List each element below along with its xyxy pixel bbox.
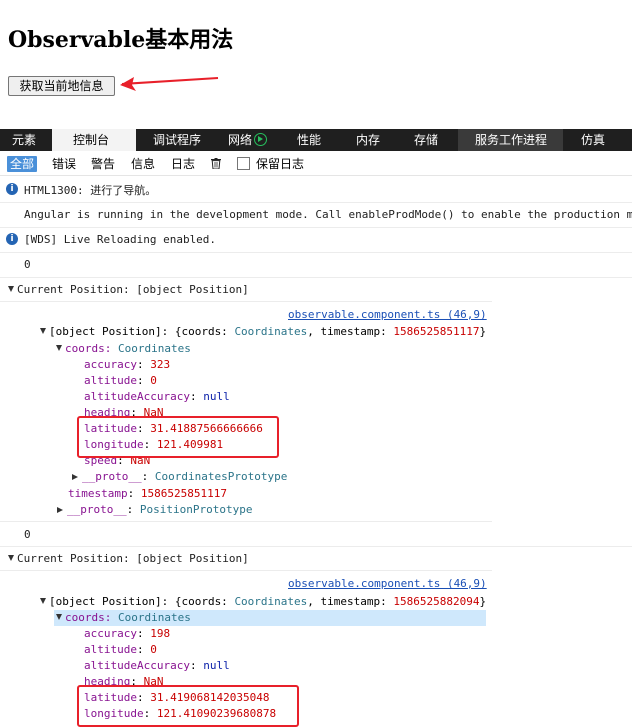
tab-emulation[interactable]: 仿真: [563, 129, 632, 151]
prop-row: altitudeAccuracy: null: [84, 390, 230, 403]
filter-errors[interactable]: 错误: [52, 156, 76, 172]
collapse-caret-icon[interactable]: [56, 614, 62, 620]
console-output: i HTML1300: 进行了导航。 Angular is running in…: [0, 176, 632, 727]
object-coords-type: Coordinates: [234, 595, 308, 608]
collapse-caret-icon[interactable]: [56, 345, 62, 351]
console-filter-bar: 全部 错误 警告 信息 日志 保留日志: [0, 153, 632, 176]
highlight-box: [77, 685, 299, 727]
tab-network-label: 网络: [228, 133, 253, 147]
tab-performance[interactable]: 性能: [281, 129, 344, 151]
filter-warnings[interactable]: 警告: [91, 156, 115, 172]
highlight-box: [77, 416, 279, 458]
object-summary[interactable]: [object Position]: {coords: Coordinates,…: [40, 595, 490, 608]
coords-label: coords:: [65, 611, 118, 624]
console-message: HTML1300: 进行了导航。: [24, 184, 157, 197]
timestamp-row: timestamp: 1586525851117: [68, 487, 227, 500]
log-group-header[interactable]: Current Position: [object Position]: [8, 283, 608, 296]
divider: [0, 227, 632, 228]
collapse-caret-icon[interactable]: [8, 286, 14, 292]
devtools-tab-bar: 元素 控制台 调试程序 网络 性能 内存 存储 服务工作进程 仿真: [0, 129, 632, 151]
tab-network[interactable]: 网络: [222, 129, 281, 151]
log-header-text: Current Position: [object Position]: [17, 283, 249, 296]
info-icon: i: [6, 183, 18, 195]
divider: [0, 521, 492, 522]
info-icon: i: [6, 233, 18, 245]
divider: [0, 570, 492, 571]
divider: [0, 277, 632, 278]
tab-service-workers[interactable]: 服务工作进程: [458, 129, 563, 151]
filter-info[interactable]: 信息: [131, 156, 155, 172]
log-header-text: Current Position: [object Position]: [17, 552, 249, 565]
log-group-header[interactable]: Current Position: [object Position]: [8, 552, 608, 565]
tab-storage[interactable]: 存储: [401, 129, 458, 151]
filter-all[interactable]: 全部: [7, 156, 38, 172]
expand-caret-icon[interactable]: [72, 474, 78, 480]
divider: [0, 252, 632, 253]
tab-memory[interactable]: 内存: [344, 129, 401, 151]
object-timestamp: 1586525851117: [393, 325, 480, 338]
preserve-log-label: 保留日志: [256, 157, 305, 171]
console-counter: 0: [24, 528, 31, 541]
object-suffix: }: [479, 595, 487, 608]
coords-node[interactable]: coords: Coordinates: [56, 611, 456, 624]
app-page: Observable基本用法 获取当前地信息: [0, 0, 632, 126]
page-title: Observable基本用法: [8, 27, 234, 53]
object-mid: , timestamp:: [307, 595, 394, 608]
prop-row: altitude: 0: [84, 374, 157, 387]
object-coords-type: Coordinates: [234, 325, 308, 338]
proto-node[interactable]: __proto__: CoordinatesPrototype: [72, 470, 372, 483]
coords-type: Coordinates: [117, 611, 191, 624]
record-icon: [254, 133, 268, 146]
proto-node[interactable]: __proto__: PositionPrototype: [57, 503, 357, 516]
object-prefix: [object Position]: {coords:: [49, 595, 235, 608]
prop-row: altitudeAccuracy: null: [84, 659, 230, 672]
tab-debugger[interactable]: 调试程序: [136, 129, 222, 151]
divider: [0, 301, 492, 302]
console-counter: 0: [24, 258, 31, 271]
collapse-caret-icon[interactable]: [8, 555, 14, 561]
divider: [0, 546, 632, 547]
collapse-caret-icon[interactable]: [40, 328, 46, 334]
object-mid: , timestamp:: [307, 325, 394, 338]
tab-console[interactable]: 控制台: [52, 129, 136, 151]
coords-type: Coordinates: [117, 342, 191, 355]
console-message: [WDS] Live Reloading enabled.: [24, 233, 217, 246]
prop-row: accuracy: 323: [84, 358, 171, 371]
object-summary[interactable]: [object Position]: {coords: Coordinates,…: [40, 325, 490, 338]
coords-label: coords:: [65, 342, 118, 355]
coords-node[interactable]: coords: Coordinates: [56, 342, 456, 355]
source-link[interactable]: observable.component.ts (46,9): [288, 577, 487, 590]
object-suffix: }: [479, 325, 487, 338]
object-timestamp: 1586525882094: [393, 595, 480, 608]
divider: [0, 202, 632, 203]
clear-console-icon[interactable]: [211, 158, 221, 169]
tab-elements[interactable]: 元素: [0, 129, 52, 151]
collapse-caret-icon[interactable]: [40, 598, 46, 604]
object-prefix: [object Position]: {coords:: [49, 325, 235, 338]
source-link[interactable]: observable.component.ts (46,9): [288, 308, 487, 321]
filter-logs[interactable]: 日志: [171, 156, 195, 172]
console-message: Angular is running in the development mo…: [24, 208, 632, 221]
prop-row: altitude: 0: [84, 643, 157, 656]
red-arrow-annotation: [120, 77, 219, 91]
get-location-button[interactable]: 获取当前地信息: [8, 76, 115, 96]
preserve-log-checkbox[interactable]: [237, 157, 250, 170]
expand-caret-icon[interactable]: [57, 507, 63, 513]
prop-row: accuracy: 198: [84, 627, 171, 640]
